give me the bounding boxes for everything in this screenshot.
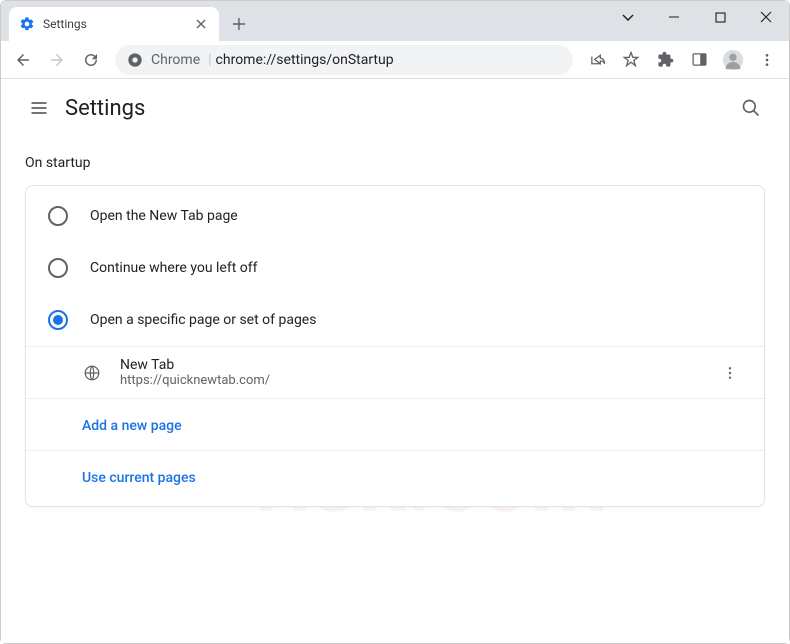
add-page-row: Add a new page (26, 398, 764, 450)
profile-button[interactable] (717, 44, 749, 76)
omnibox-origin: Chrome (151, 52, 200, 68)
radio-icon (48, 310, 68, 330)
use-current-pages-link[interactable]: Use current pages (82, 470, 196, 486)
radio-label: Continue where you left off (90, 260, 258, 276)
page-title: Settings (65, 96, 145, 121)
maximize-button[interactable] (697, 1, 743, 33)
settings-header: Settings (1, 79, 789, 137)
back-button[interactable] (7, 44, 39, 76)
radio-open-new-tab[interactable]: Open the New Tab page (26, 190, 764, 242)
tab-title: Settings (43, 17, 185, 31)
settings-card: Open the New Tab page Continue where you… (25, 185, 765, 507)
close-button[interactable] (743, 1, 789, 33)
add-new-page-link[interactable]: Add a new page (82, 418, 182, 434)
radio-label: Open the New Tab page (90, 208, 238, 224)
page-more-button[interactable] (718, 361, 742, 385)
radio-icon (48, 206, 68, 226)
radio-specific-pages[interactable]: Open a specific page or set of pages (26, 294, 764, 346)
startup-page-row: New Tab https://quicknewtab.com/ (26, 346, 764, 398)
startup-page-url: https://quicknewtab.com/ (120, 373, 718, 388)
address-bar[interactable]: Chrome | chrome://settings/onStartup (115, 45, 573, 75)
on-startup-section: On startup Open the New Tab page Continu… (1, 155, 789, 507)
startup-page-title: New Tab (120, 357, 718, 373)
omnibox-path: chrome://settings/onStartup (216, 52, 394, 68)
globe-icon (82, 363, 102, 383)
forward-button (41, 44, 73, 76)
reload-button[interactable] (75, 44, 107, 76)
radio-continue[interactable]: Continue where you left off (26, 242, 764, 294)
minimize-button[interactable] (651, 1, 697, 33)
chrome-icon (127, 52, 143, 68)
share-button[interactable] (581, 44, 613, 76)
tab-close-button[interactable] (193, 16, 209, 32)
omnibox-separator: | (208, 52, 211, 68)
use-current-row: Use current pages (26, 450, 764, 502)
tab-search-button[interactable] (605, 1, 651, 33)
radio-icon (48, 258, 68, 278)
hamburger-menu-button[interactable] (19, 88, 59, 128)
extensions-button[interactable] (649, 44, 681, 76)
gear-icon (19, 16, 35, 32)
new-tab-button[interactable] (225, 10, 253, 38)
chrome-menu-button[interactable] (751, 44, 783, 76)
search-settings-button[interactable] (731, 88, 771, 128)
radio-label: Open a specific page or set of pages (90, 312, 316, 328)
window-titlebar: Settings (1, 1, 789, 41)
bookmark-button[interactable] (615, 44, 647, 76)
browser-toolbar: Chrome | chrome://settings/onStartup (1, 41, 789, 79)
window-controls (605, 1, 789, 33)
sidepanel-button[interactable] (683, 44, 715, 76)
browser-tab[interactable]: Settings (9, 7, 219, 41)
section-title: On startup (25, 155, 765, 171)
